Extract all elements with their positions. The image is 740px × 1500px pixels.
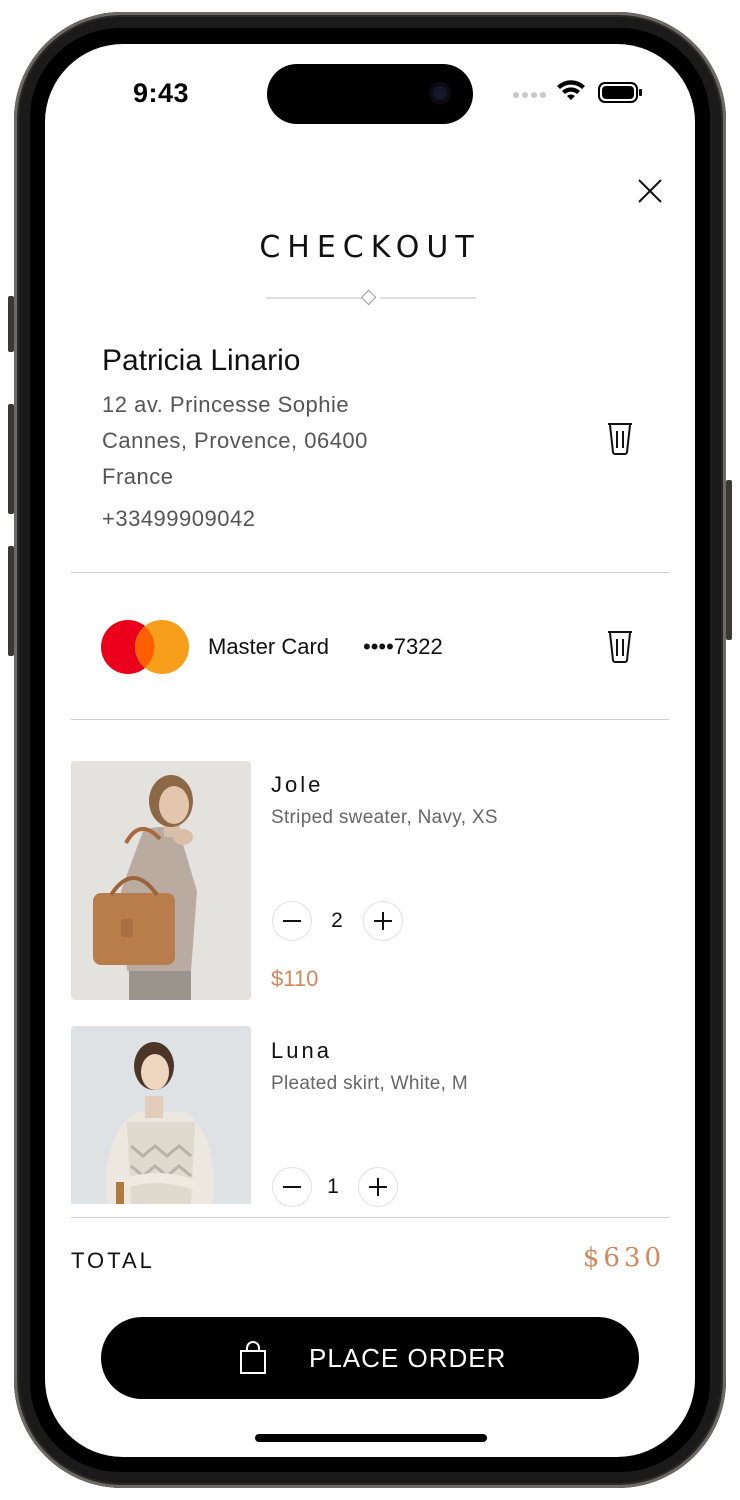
divider (71, 572, 669, 573)
product-image-luna[interactable] (71, 1026, 251, 1204)
status-time: 9:43 (133, 78, 190, 108)
product-image-jole[interactable] (71, 761, 251, 1000)
increase-quantity-button[interactable] (363, 901, 403, 941)
card-number: ••••7322 (363, 634, 443, 659)
plus-icon (369, 1178, 387, 1196)
battery-icon (598, 82, 642, 103)
mastercard-icon (101, 620, 189, 679)
address-phone: +33499909042 (102, 506, 256, 531)
decrease-quantity-button[interactable] (272, 901, 312, 941)
product-price: $110 (271, 966, 319, 991)
minus-icon (283, 1186, 301, 1188)
quantity-value: 2 (331, 909, 343, 932)
increase-quantity-button[interactable] (358, 1167, 398, 1207)
power-button (726, 480, 732, 640)
divider (71, 719, 669, 720)
recipient-name: Patricia Linario (102, 344, 301, 377)
card-name: Master Card (208, 634, 330, 659)
delete-card-button[interactable] (603, 626, 637, 664)
plus-icon (374, 912, 392, 930)
checkout-screen: 9:43 CHECKOUT Patricia Linario 12 av. Pr… (45, 44, 695, 1457)
address-country: France (102, 464, 174, 489)
dynamic-island (267, 64, 473, 124)
address-line-1: 12 av. Princesse Sophie (102, 392, 350, 417)
status-icons (513, 80, 643, 109)
close-icon (638, 179, 662, 203)
camera-icon (429, 82, 451, 104)
divider (71, 1217, 669, 1218)
home-indicator[interactable] (255, 1434, 487, 1442)
product-description: Striped sweater, Navy, XS (271, 807, 498, 828)
product-name: Jole (271, 772, 324, 797)
total-label: TOTAL (71, 1248, 155, 1273)
delete-address-button[interactable] (603, 418, 637, 456)
product-name: Luna (271, 1038, 332, 1063)
page-title: CHECKOUT (259, 230, 481, 265)
trash-icon (608, 423, 632, 455)
decrease-quantity-button[interactable] (272, 1167, 312, 1207)
close-button[interactable] (635, 176, 665, 206)
product-description: Pleated skirt, White, M (271, 1073, 468, 1094)
shopping-bag-icon (240, 1341, 266, 1374)
total-value: $630 (582, 1243, 665, 1273)
quantity-value: 1 (327, 1175, 339, 1198)
minus-icon (283, 920, 301, 922)
place-order-button[interactable]: PLACE ORDER (101, 1317, 639, 1399)
title-ornament (266, 288, 476, 313)
place-order-label: PLACE ORDER (309, 1343, 507, 1373)
wifi-icon (557, 80, 585, 100)
signal-icon (513, 92, 546, 98)
trash-icon (608, 631, 632, 663)
address-line-2: Cannes, Provence, 06400 (102, 428, 368, 453)
